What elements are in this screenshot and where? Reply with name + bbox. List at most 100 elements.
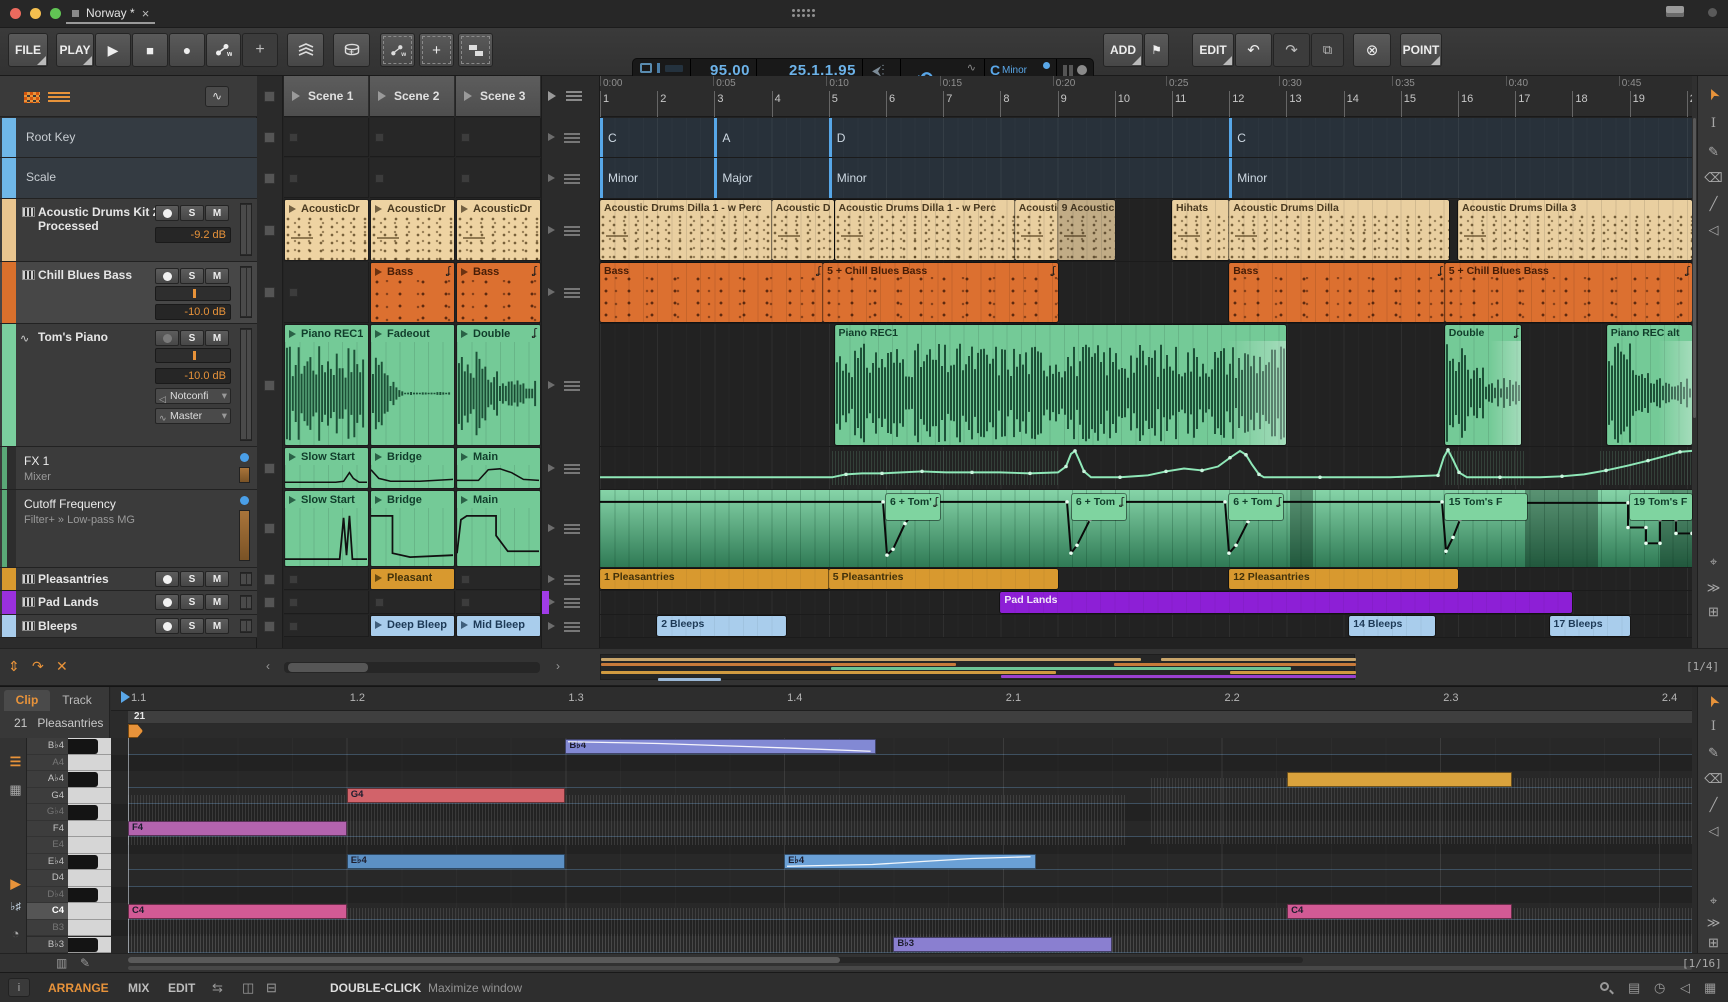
scale-marker-bar[interactable] (600, 158, 603, 198)
arranger-clip[interactable]: 5 + Chill Blues Bassʆ (1445, 263, 1692, 322)
row-overview-icon-bleeps[interactable] (564, 622, 580, 632)
empty-clip-slot[interactable] (284, 118, 369, 157)
arranger-clip[interactable]: 5 + Chill Blues Bassʆ (823, 263, 1058, 322)
automation-value-slider[interactable] (239, 467, 250, 483)
key-marker-bar[interactable] (714, 118, 717, 157)
tab-clip[interactable]: Clip (4, 690, 50, 711)
expand-icon[interactable]: ≫ (1698, 580, 1728, 596)
scroll-right-icon[interactable]: › (556, 659, 560, 673)
padlands-clip-sliver[interactable] (542, 591, 549, 614)
snap-icon[interactable]: ⌖ (1698, 893, 1728, 909)
piano-key-row[interactable]: D4 (27, 870, 111, 887)
solo-button[interactable]: S (180, 330, 204, 346)
editor-zoombar[interactable] (128, 966, 1692, 970)
arranger-clip[interactable]: 2 Bleeps (657, 616, 786, 636)
row-play-icon-scale[interactable] (548, 174, 555, 182)
add-menu-button[interactable]: ADD (1103, 33, 1143, 67)
project-tab[interactable]: Norway * × (66, 4, 155, 24)
piano-key-row[interactable]: A♭4 (27, 771, 111, 788)
speaker-icon[interactable]: ◁ (1680, 980, 1690, 996)
mute-button[interactable]: M (205, 205, 229, 221)
clip-play-icon[interactable] (289, 453, 296, 461)
black-key[interactable] (68, 772, 98, 787)
mute-button[interactable]: M (205, 330, 229, 346)
solo-button[interactable]: S (180, 594, 204, 610)
snap-icon[interactable]: ⌖ (1698, 554, 1728, 570)
empty-clip-slot[interactable] (456, 591, 541, 614)
arranger-clip[interactable]: Piano REC alt (1607, 325, 1692, 445)
display-profile-automation-button[interactable]: w (380, 33, 415, 67)
arranger-row-fx1[interactable] (600, 447, 1692, 490)
arranger-clip[interactable]: Hihats (1172, 200, 1229, 260)
search-icon[interactable] (1600, 982, 1609, 991)
clip-play-icon[interactable] (375, 205, 382, 213)
audition-tool-icon[interactable]: ◁ (1698, 823, 1728, 839)
edit-menu-button[interactable]: EDIT (1192, 33, 1234, 67)
piano-key-row[interactable]: B3 (27, 920, 111, 937)
arranger-row-scale[interactable]: MinorMajorMinorMinor (600, 158, 1692, 199)
launcher-hscrollbar[interactable] (284, 662, 540, 673)
launcher-clip-bass-2[interactable]: Bassʆ (370, 262, 455, 323)
midi-note[interactable]: C4 (1287, 904, 1512, 919)
arranger-clip[interactable]: 14 Bleeps (1349, 616, 1435, 636)
ibeam-tool-icon[interactable]: I (1698, 116, 1728, 131)
mode-edit[interactable]: EDIT (168, 981, 195, 995)
punch-in-icon[interactable] (640, 63, 652, 73)
minimize-traffic-light[interactable] (30, 8, 41, 19)
eraser-tool-icon[interactable]: ⌫ (1698, 170, 1728, 186)
row-play-icon-bass[interactable] (548, 288, 555, 296)
empty-clip-slot[interactable] (284, 262, 369, 323)
editor-clip-reference[interactable]: 21 Pleasantries (0, 711, 110, 735)
drag-handle-dots-icon[interactable] (792, 9, 817, 19)
clock-icon[interactable]: ◷ (1654, 980, 1665, 996)
empty-clip-slot[interactable] (284, 158, 369, 198)
grid-settings-icon[interactable]: ⊞ (1698, 604, 1728, 620)
launcher-clip-bass-3[interactable]: Bassʆ (456, 262, 541, 323)
arranger-clip[interactable]: 6 + Tomʆ (1072, 494, 1126, 520)
track-height-icon[interactable]: ⇕ (8, 658, 20, 675)
white-key[interactable] (68, 903, 111, 920)
maximize-traffic-light[interactable] (50, 8, 61, 19)
clip-play-icon[interactable] (375, 330, 382, 338)
solo-button[interactable]: S (180, 268, 204, 284)
track-header-bleeps[interactable]: BleepsSM (0, 615, 257, 638)
play-button[interactable]: ▶ (95, 33, 131, 67)
row-overview-icon-rootkey[interactable] (564, 133, 580, 143)
scene-play-icon[interactable] (378, 91, 386, 101)
launcher-clip-cutoff-2[interactable]: Bridge (370, 490, 455, 567)
clear-selection-icon[interactable]: ✕ (56, 658, 68, 675)
empty-clip-slot[interactable] (370, 118, 455, 157)
stop-clips-button-bleeps[interactable] (264, 621, 275, 632)
editor-ruler[interactable]: 1.11.21.31.42.12.22.32.4 (111, 687, 1692, 711)
piano-icon[interactable]: ▦ (1704, 980, 1716, 996)
close-traffic-light[interactable] (10, 8, 21, 19)
piano-key-row[interactable]: A4 (27, 755, 111, 772)
record-arm-button[interactable] (155, 594, 179, 610)
row-play-icon-pleasantries[interactable] (548, 575, 555, 583)
clip-play-icon[interactable] (461, 205, 468, 213)
stop-button[interactable]: ■ (132, 33, 168, 67)
duplicate-button[interactable]: ⧉ (1311, 33, 1344, 67)
row-overview-icon-padlands[interactable] (564, 598, 580, 608)
midi-note[interactable]: B♭4 (565, 739, 876, 754)
stop-clips-button-scale[interactable] (264, 173, 275, 184)
row-play-icon-piano[interactable] (548, 381, 555, 389)
scene-header-1[interactable]: Scene 1 (284, 76, 369, 117)
track-header-padlands[interactable]: Pad LandsSM (0, 591, 257, 615)
expand-icon[interactable]: ≫ (1698, 915, 1728, 931)
arranger-clip[interactable]: 17 Bleeps (1550, 616, 1630, 636)
note-list-icon[interactable]: ▥ (56, 956, 67, 970)
key-marker-bar[interactable] (829, 118, 832, 157)
white-key[interactable] (68, 755, 111, 772)
record-arm-button[interactable] (155, 205, 179, 221)
track-header-drums[interactable]: Acoustic Drums Kit 2ProcessedSM-9.2 dB (0, 199, 257, 262)
stop-clips-button-padlands[interactable] (264, 597, 275, 608)
marker-flag-button[interactable]: ⚑ (1144, 33, 1169, 67)
bus-select[interactable]: Master∿ (155, 408, 231, 424)
eraser-tool-icon[interactable]: ⌫ (1698, 771, 1728, 787)
tab-track[interactable]: Track (54, 690, 100, 711)
arranger-clip[interactable]: Acoustic D (772, 200, 835, 260)
track-header-fx1[interactable]: FX 1Mixer (0, 447, 257, 490)
arranger-clip[interactable]: Acoustic Drums Dilla 1 - w Perc (835, 200, 1015, 260)
row-play-icon-rootkey[interactable] (548, 133, 555, 141)
